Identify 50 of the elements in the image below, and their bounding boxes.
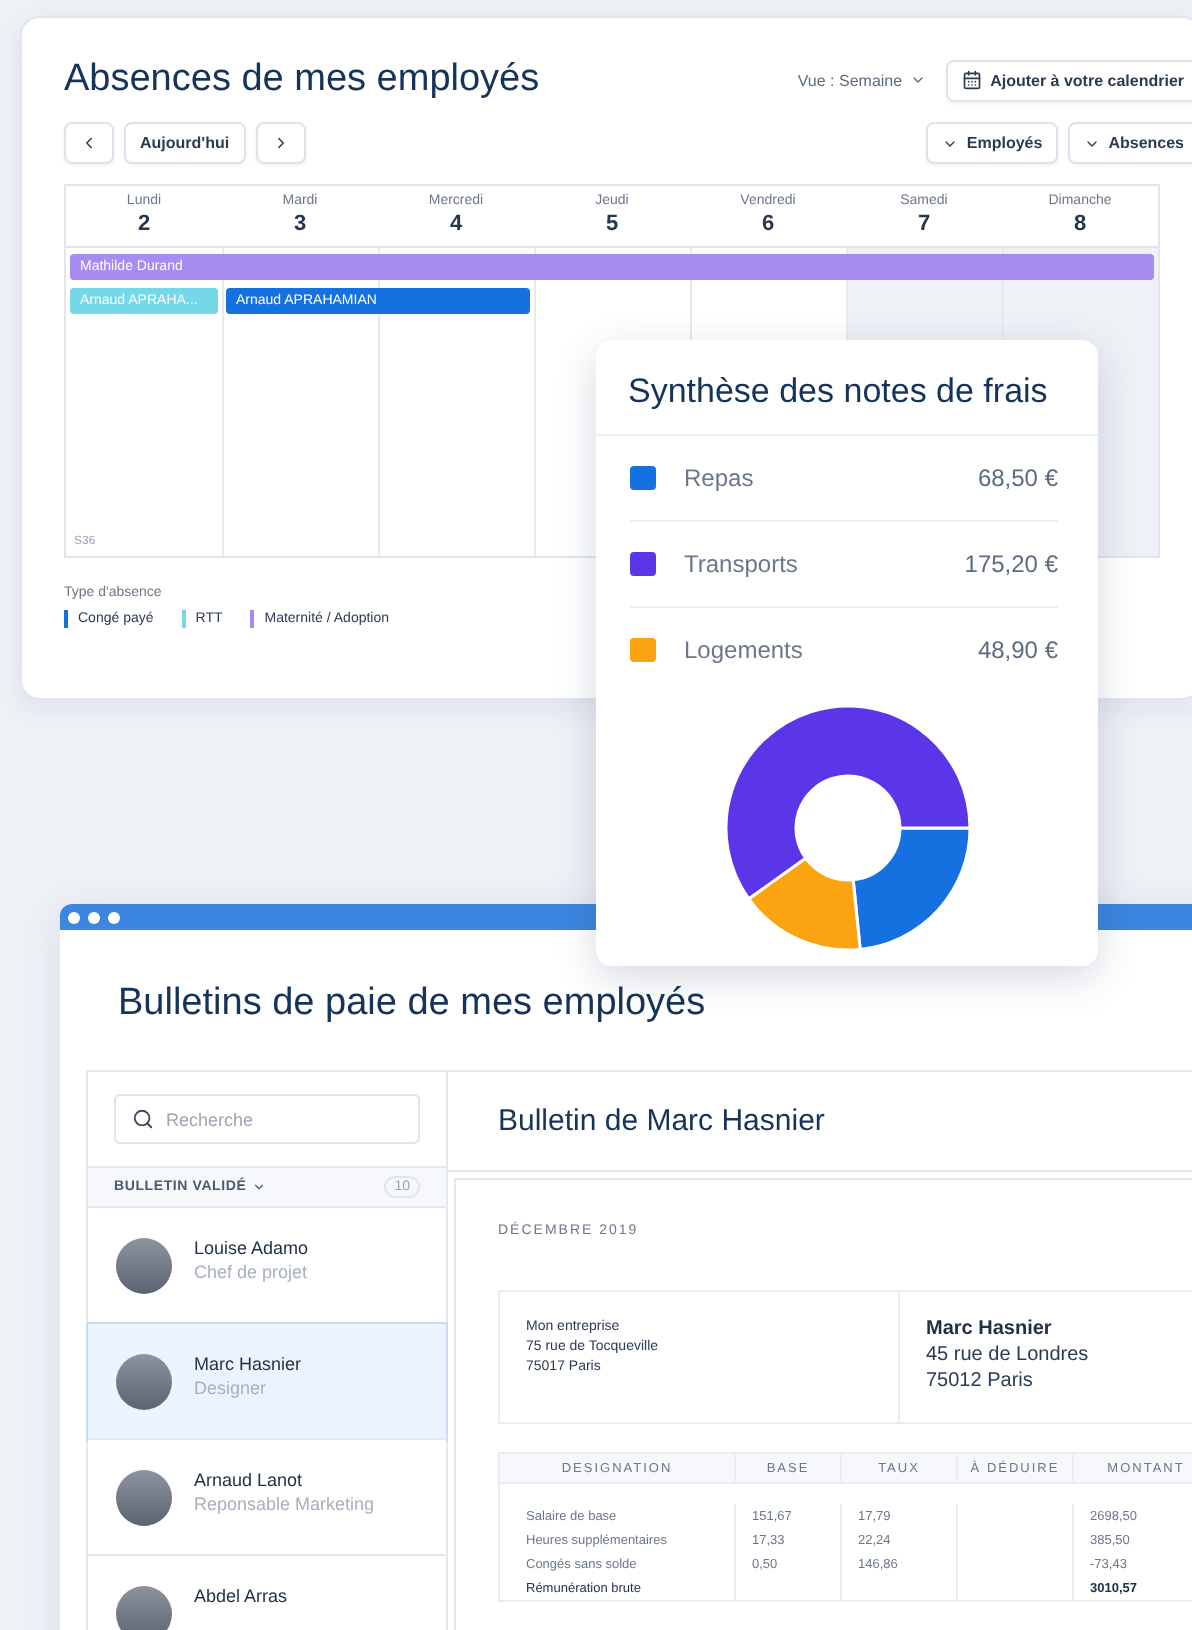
view-selector[interactable]: Vue : Semaine — [797, 71, 927, 89]
expense-label: Logements — [684, 636, 805, 664]
calendar-icon — [962, 70, 983, 90]
expense-label: Transports — [684, 550, 800, 578]
employee-role: Reponsable Marketing — [194, 1494, 375, 1514]
absence-bar[interactable] — [1002, 254, 1154, 280]
avatar — [116, 1586, 172, 1630]
expense-amount: 48,90 € — [977, 636, 1058, 664]
add-calendar-button[interactable]: Ajouter à votre calendrier — [946, 59, 1192, 101]
employee-address-line: 75012 Paris — [926, 1370, 1035, 1392]
expense-amount: 175,20 € — [964, 550, 1058, 578]
day-number: 3 — [293, 212, 307, 236]
avatar — [116, 1470, 172, 1526]
page-title: Bulletins de paie de mes employés — [118, 982, 708, 1026]
employee-address-line: 45 rue de Londres — [926, 1344, 1091, 1366]
previous-button[interactable] — [64, 122, 114, 164]
chevron-down-icon — [252, 1180, 267, 1194]
search-field[interactable]: Recherche — [114, 1094, 420, 1144]
card-title: Synthèse des notes de frais — [596, 340, 1098, 436]
day-number: 5 — [605, 212, 619, 236]
employee-name: Louise Adamo — [194, 1238, 309, 1258]
absence-bar[interactable] — [378, 288, 530, 314]
employee-name: Marc Hasnier — [926, 1318, 1054, 1340]
employee-item[interactable]: Marc Hasnier Designer — [88, 1324, 446, 1440]
payslip-title: Bulletin de Marc Hasnier — [498, 1104, 825, 1138]
day-number: 2 — [137, 212, 151, 236]
employee-role: Chef de projet — [194, 1262, 309, 1282]
window-dot-icon — [108, 911, 120, 923]
avatar — [116, 1354, 172, 1410]
day-number: 7 — [917, 212, 931, 236]
page-title: Absences de mes employés — [64, 58, 540, 102]
expense-amount: 68,50 € — [977, 464, 1058, 492]
window-dot-icon — [88, 911, 100, 923]
today-button[interactable]: Aujourd'hui — [124, 122, 246, 164]
next-button[interactable] — [255, 122, 306, 164]
filter-dropdown[interactable]: Employés — [926, 122, 1059, 164]
employee-role: Designer — [194, 1378, 269, 1398]
filter-dropdown[interactable]: Absences — [1068, 122, 1192, 164]
avatar — [116, 1238, 172, 1294]
day-number: 8 — [1073, 212, 1087, 236]
employee-name: Marc Hasnier — [194, 1354, 302, 1374]
chevron-left-icon — [80, 134, 98, 152]
employee-name: Arnaud Lanot — [194, 1470, 305, 1490]
day-number: 4 — [449, 212, 463, 236]
search-icon — [132, 1108, 154, 1130]
expense-label: Repas — [684, 464, 756, 492]
day-number: 6 — [761, 212, 775, 236]
chevron-down-icon — [910, 72, 927, 88]
window-dot-icon — [68, 911, 80, 923]
employee-name: Abdel Arras — [194, 1586, 288, 1606]
